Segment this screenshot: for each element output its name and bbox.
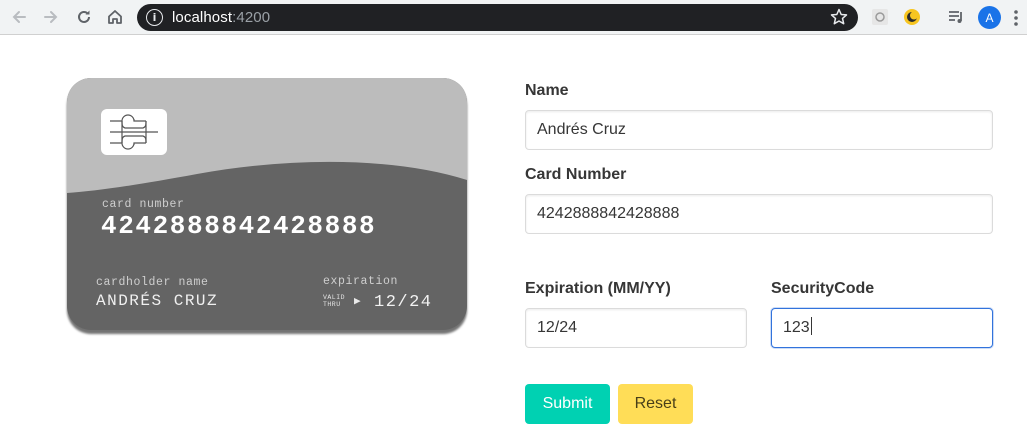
expiration-input-value: 12/24 [537, 319, 578, 336]
card-number-input[interactable]: 4242888842428888 [525, 194, 993, 234]
security-code-input[interactable]: 123 [771, 308, 993, 348]
cardholder-name-display: ANDRÉS CRUZ [96, 292, 219, 310]
valid-thru-label: VALID THRU [323, 294, 345, 308]
card-number-label: card number [102, 198, 185, 211]
expiration-input[interactable]: 12/24 [525, 308, 747, 348]
media-playlist-icon[interactable] [946, 7, 966, 27]
address-bar[interactable]: i localhost:4200 [137, 4, 858, 31]
card-number-field-label: Card Number [525, 166, 627, 183]
kebab-menu-icon[interactable] [1011, 8, 1021, 28]
expiration-display: 12/24 [374, 293, 433, 312]
reload-icon[interactable] [73, 6, 95, 28]
card-number-display: 4242888842428888 [101, 211, 377, 241]
expiration-label: expiration [323, 275, 399, 288]
text-cursor [810, 317, 812, 335]
expiration-field-label: Expiration (MM/YY) [525, 280, 671, 297]
url-port: :4200 [232, 9, 271, 26]
card-number-input-value: 4242888842428888 [537, 205, 680, 222]
credit-card-preview: card number 4242888842428888 cardholder … [67, 78, 467, 330]
reset-button[interactable]: Reset [618, 384, 693, 424]
back-arrow-icon[interactable] [8, 6, 30, 28]
url-text[interactable]: localhost:4200 [172, 9, 270, 26]
name-input-value: Andrés Cruz [537, 121, 626, 138]
browser-toolbar: i localhost:4200 A [0, 0, 1027, 35]
card-chip-icon [101, 109, 167, 155]
url-host: localhost [172, 9, 233, 26]
extension-moon-icon[interactable] [902, 7, 922, 27]
name-label: Name [525, 82, 569, 99]
play-arrow-icon: ▶ [354, 296, 361, 308]
profile-avatar[interactable]: A [978, 6, 1001, 29]
star-icon[interactable] [829, 7, 849, 27]
cardholder-label: cardholder name [96, 276, 209, 289]
valid-thru-line2: THRU [323, 301, 341, 308]
forward-arrow-icon[interactable] [40, 6, 62, 28]
security-code-label: SecurityCode [771, 280, 875, 297]
submit-button[interactable]: Submit [525, 384, 610, 424]
name-input[interactable]: Andrés Cruz [525, 110, 993, 150]
home-icon[interactable] [104, 6, 126, 28]
info-icon[interactable]: i [146, 9, 163, 26]
valid-thru-line1: VALID [323, 294, 346, 301]
security-code-input-value: 123 [783, 319, 810, 336]
extension-gear-icon[interactable] [870, 7, 890, 27]
